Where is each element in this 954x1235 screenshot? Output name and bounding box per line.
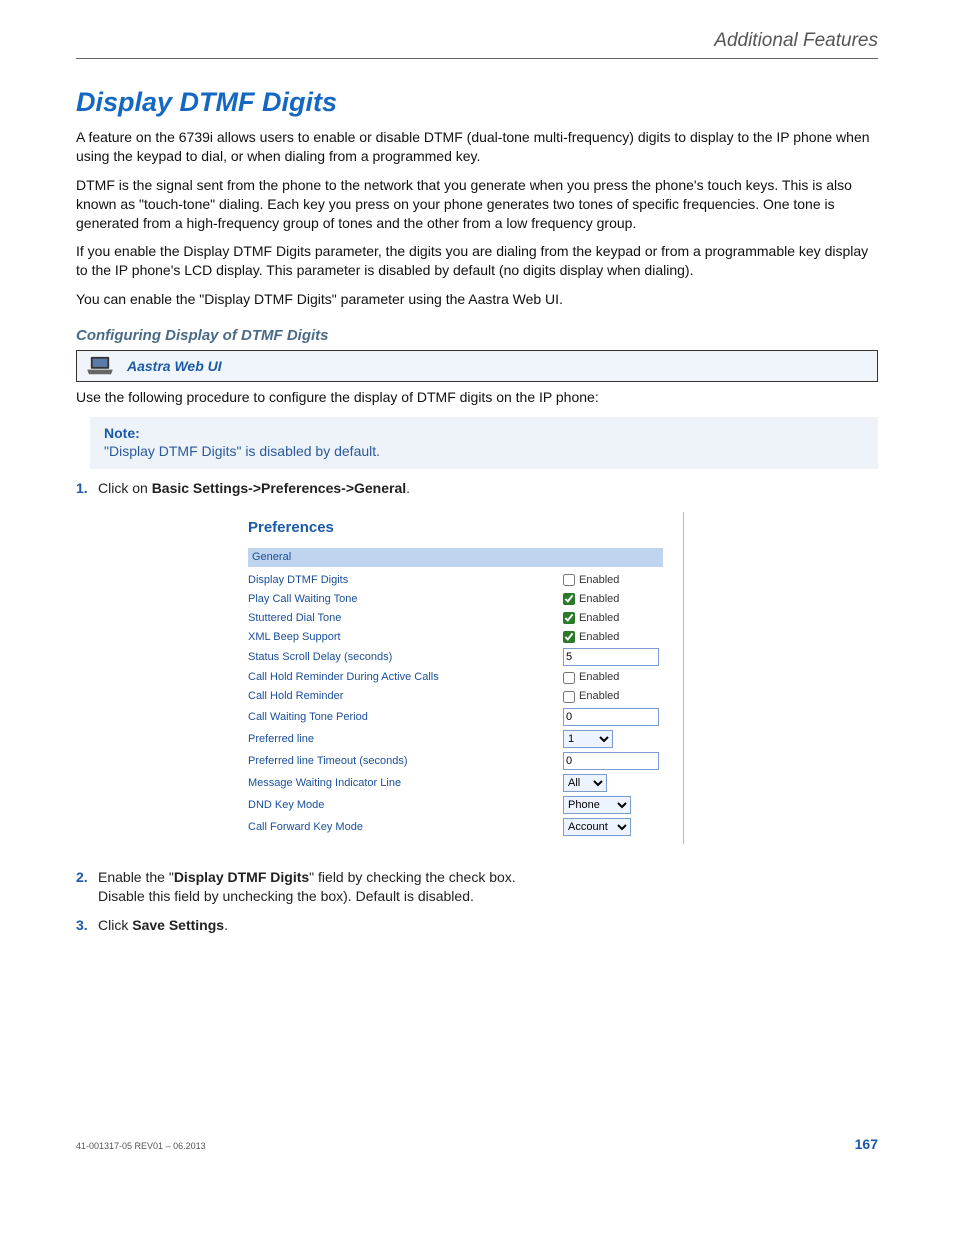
pref-row-call-waiting-period: Call Waiting Tone Period	[248, 706, 663, 728]
pref-label: Message Waiting Indicator Line	[248, 776, 448, 791]
pref-row-cfwd-mode: Call Forward Key Mode Account	[248, 816, 663, 838]
step-3: Click Save Settings.	[76, 916, 878, 935]
call-hold-reminder-checkbox[interactable]	[563, 691, 575, 703]
enabled-label: Enabled	[579, 592, 619, 607]
pref-row-status-scroll: Status Scroll Delay (seconds)	[248, 646, 663, 668]
webui-bar: Aastra Web UI	[76, 350, 878, 382]
mwi-line-select[interactable]: All	[563, 774, 607, 792]
enabled-label: Enabled	[579, 670, 619, 685]
enabled-label: Enabled	[579, 611, 619, 626]
step-text: .	[224, 917, 228, 933]
stuttered-dial-checkbox[interactable]	[563, 612, 575, 624]
pref-label: Play Call Waiting Tone	[248, 592, 448, 607]
step-text: " field by checking the check box.	[309, 869, 516, 885]
step-text: .	[406, 480, 410, 496]
subheading: Configuring Display of DTMF Digits	[76, 327, 878, 344]
webui-label: Aastra Web UI	[127, 358, 222, 374]
breadcrumb: Additional Features	[76, 30, 878, 59]
pref-row-preferred-line-timeout: Preferred line Timeout (seconds)	[248, 750, 663, 772]
page-footer: 41-001317-05 REV01 – 06.2013 167	[76, 1136, 878, 1152]
pref-row-preferred-line: Preferred line 1	[248, 728, 663, 750]
page-number: 167	[855, 1136, 878, 1152]
step-1: Click on Basic Settings->Preferences->Ge…	[76, 479, 878, 844]
pref-label: DND Key Mode	[248, 798, 448, 813]
pref-label: Stuttered Dial Tone	[248, 611, 448, 626]
cfwd-mode-select[interactable]: Account	[563, 818, 631, 836]
pref-label: Preferred line Timeout (seconds)	[248, 754, 448, 769]
intro-line: Use the following procedure to configure…	[76, 388, 878, 407]
pref-label: Call Forward Key Mode	[248, 820, 448, 835]
steps-list: Click on Basic Settings->Preferences->Ge…	[76, 479, 878, 935]
preferences-heading: Preferences	[248, 518, 663, 538]
step-text: Enable the "	[98, 869, 174, 885]
pref-label: Call Waiting Tone Period	[248, 710, 448, 725]
step-2: Enable the "Display DTMF Digits" field b…	[76, 868, 878, 906]
enabled-label: Enabled	[579, 630, 619, 645]
dnd-mode-select[interactable]: Phone	[563, 796, 631, 814]
enabled-label: Enabled	[579, 573, 619, 588]
pref-row-mwi-line: Message Waiting Indicator Line All	[248, 772, 663, 794]
note-title: Note:	[104, 425, 864, 441]
pref-label: XML Beep Support	[248, 630, 448, 645]
pref-label: Call Hold Reminder During Active Calls	[248, 670, 448, 685]
preferred-line-select[interactable]: 1	[563, 730, 613, 748]
step-field-name: Display DTMF Digits	[174, 869, 309, 885]
status-scroll-input[interactable]	[563, 648, 659, 666]
pref-label: Status Scroll Delay (seconds)	[248, 650, 448, 665]
preferences-group-general: General	[248, 548, 663, 567]
pref-row-xml-beep: XML Beep Support Enabled	[248, 628, 663, 647]
play-call-waiting-checkbox[interactable]	[563, 593, 575, 605]
step-path: Basic Settings->Preferences->General	[152, 480, 406, 496]
body-paragraph: If you enable the Display DTMF Digits pa…	[76, 242, 878, 280]
note-body: "Display DTMF Digits" is disabled by def…	[104, 443, 864, 459]
preferences-figure: Preferences General Display DTMF Digits …	[248, 512, 684, 844]
call-hold-active-checkbox[interactable]	[563, 672, 575, 684]
preferred-line-timeout-input[interactable]	[563, 752, 659, 770]
pref-row-dnd-mode: DND Key Mode Phone	[248, 794, 663, 816]
pref-label: Call Hold Reminder	[248, 689, 448, 704]
note-box: Note: "Display DTMF Digits" is disabled …	[90, 417, 878, 469]
page-title: Display DTMF Digits	[76, 87, 878, 118]
pref-label: Preferred line	[248, 732, 448, 747]
step-text: Disable this field by unchecking the box…	[98, 888, 474, 904]
display-dtmf-checkbox[interactable]	[563, 574, 575, 586]
enabled-label: Enabled	[579, 689, 619, 704]
call-waiting-period-input[interactable]	[563, 708, 659, 726]
pref-row-call-hold-reminder: Call Hold Reminder Enabled	[248, 687, 663, 706]
step-text: Click on	[98, 480, 152, 496]
body-paragraph: DTMF is the signal sent from the phone t…	[76, 176, 878, 233]
pref-label: Display DTMF Digits	[248, 573, 448, 588]
doc-id: 41-001317-05 REV01 – 06.2013	[76, 1141, 206, 1151]
pref-row-display-dtmf: Display DTMF Digits Enabled	[248, 571, 663, 590]
save-settings-label: Save Settings	[132, 917, 224, 933]
pref-row-play-call-waiting: Play Call Waiting Tone Enabled	[248, 590, 663, 609]
pref-row-stuttered-dial: Stuttered Dial Tone Enabled	[248, 609, 663, 628]
laptop-icon	[85, 355, 115, 377]
step-text: Click	[98, 917, 132, 933]
pref-row-call-hold-active: Call Hold Reminder During Active Calls E…	[248, 668, 663, 687]
xml-beep-checkbox[interactable]	[563, 631, 575, 643]
body-paragraph: A feature on the 6739i allows users to e…	[76, 128, 878, 166]
body-paragraph: You can enable the "Display DTMF Digits"…	[76, 290, 878, 309]
